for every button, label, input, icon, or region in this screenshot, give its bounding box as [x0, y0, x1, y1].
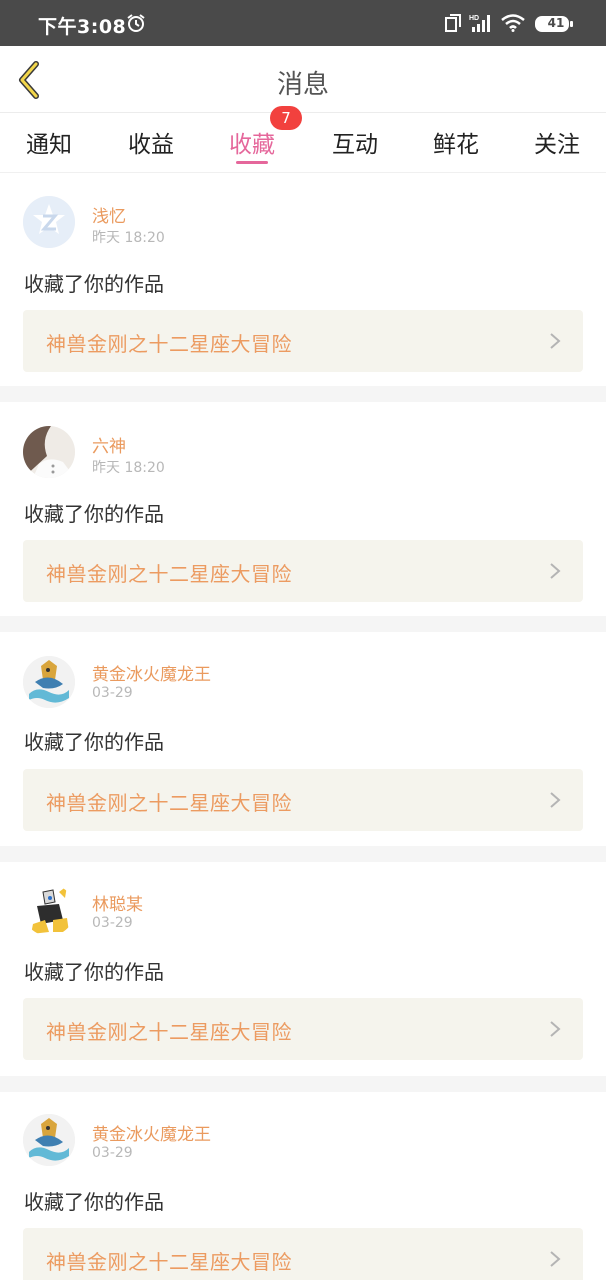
- card-divider: [0, 846, 606, 862]
- action-text: 收藏了你的作品: [24, 1190, 164, 1214]
- work-link[interactable]: 神兽金刚之十二星座大冒险: [23, 998, 583, 1060]
- timestamp: 昨天 18:20: [92, 230, 165, 246]
- tab-earnings[interactable]: 收益: [121, 125, 181, 159]
- qq-default-avatar[interactable]: [23, 196, 75, 248]
- username[interactable]: 林聪某: [92, 890, 143, 915]
- person-photo-icon: [23, 426, 75, 478]
- message-card: 浅忆 昨天 18:20 收藏了你的作品 神兽金刚之十二星座大冒险: [0, 174, 606, 386]
- work-title: 神兽金刚之十二星座大冒险: [46, 791, 292, 815]
- message-card: 六神 昨天 18:20 收藏了你的作品 神兽金刚之十二星座大冒险: [0, 402, 606, 616]
- username[interactable]: 浅忆: [92, 202, 126, 227]
- status-bar: 下午3:08 HD 41: [0, 0, 606, 46]
- robot-avatar[interactable]: [23, 884, 75, 936]
- message-card: 黄金冰火魔龙王 03-29 收藏了你的作品 神兽金刚之十二星座大冒险: [0, 632, 606, 846]
- chevron-right-icon: [550, 792, 561, 808]
- active-tab-indicator: [236, 161, 268, 164]
- chevron-right-icon: [550, 1021, 561, 1037]
- action-text: 收藏了你的作品: [24, 730, 164, 754]
- tab-favorites[interactable]: 收藏: [222, 125, 282, 159]
- action-text: 收藏了你的作品: [24, 272, 164, 296]
- chevron-right-icon: [550, 333, 561, 349]
- work-title: 神兽金刚之十二星座大冒险: [46, 1250, 292, 1274]
- photo-avatar[interactable]: [23, 426, 75, 478]
- work-link[interactable]: 神兽金刚之十二星座大冒险: [23, 769, 583, 831]
- sim-card-icon: [445, 14, 461, 32]
- work-title: 神兽金刚之十二星座大冒险: [46, 562, 292, 586]
- message-card: 林聪某 03-29 收藏了你的作品 神兽金刚之十二星座大冒险: [0, 862, 606, 1076]
- header: 消息: [0, 46, 606, 113]
- robot-icon: [23, 884, 75, 936]
- dragon-icon: [23, 656, 75, 708]
- card-divider: [0, 616, 606, 632]
- status-time: 下午3:08: [38, 16, 127, 38]
- svg-text:HD: HD: [469, 15, 479, 22]
- message-card: 黄金冰火魔龙王 03-29 收藏了你的作品 神兽金刚之十二星座大冒险: [0, 1092, 606, 1280]
- action-text: 收藏了你的作品: [24, 502, 164, 526]
- tab-flowers[interactable]: 鲜花: [426, 125, 486, 159]
- page-title: 消息: [276, 70, 329, 100]
- username[interactable]: 黄金冰火魔龙王: [92, 660, 211, 685]
- card-divider: [0, 386, 606, 402]
- work-title: 神兽金刚之十二星座大冒险: [46, 1020, 292, 1044]
- signal-icon: HD: [469, 15, 490, 32]
- chevron-right-icon: [550, 1251, 561, 1267]
- dragon-avatar[interactable]: [23, 656, 75, 708]
- wifi-icon: [501, 14, 525, 32]
- chevron-right-icon: [550, 563, 561, 579]
- work-title: 神兽金刚之十二星座大冒险: [46, 332, 292, 356]
- tab-interactions[interactable]: 互动: [325, 125, 385, 159]
- favorites-count-badge: 7: [270, 106, 302, 130]
- work-link[interactable]: 神兽金刚之十二星座大冒险: [23, 1228, 583, 1280]
- timestamp: 昨天 18:20: [92, 460, 165, 476]
- username[interactable]: 黄金冰火魔龙王: [92, 1120, 211, 1145]
- qq-logo-icon: [23, 196, 75, 248]
- dragon-icon: [23, 1114, 75, 1166]
- tab-bar: 通知 收益 收藏 互动 鲜花 关注: [0, 113, 606, 173]
- username[interactable]: 六神: [92, 432, 126, 457]
- dragon-avatar[interactable]: [23, 1114, 75, 1166]
- timestamp: 03-29: [92, 915, 133, 931]
- timestamp: 03-29: [92, 1145, 133, 1161]
- tab-notifications[interactable]: 通知: [19, 125, 79, 159]
- work-link[interactable]: 神兽金刚之十二星座大冒险: [23, 310, 583, 372]
- work-link[interactable]: 神兽金刚之十二星座大冒险: [23, 540, 583, 602]
- battery-level: 41: [547, 16, 565, 30]
- timestamp: 03-29: [92, 685, 133, 701]
- card-divider: [0, 1076, 606, 1092]
- alarm-icon: [127, 14, 145, 32]
- tab-following[interactable]: 关注: [527, 125, 587, 159]
- action-text: 收藏了你的作品: [24, 960, 164, 984]
